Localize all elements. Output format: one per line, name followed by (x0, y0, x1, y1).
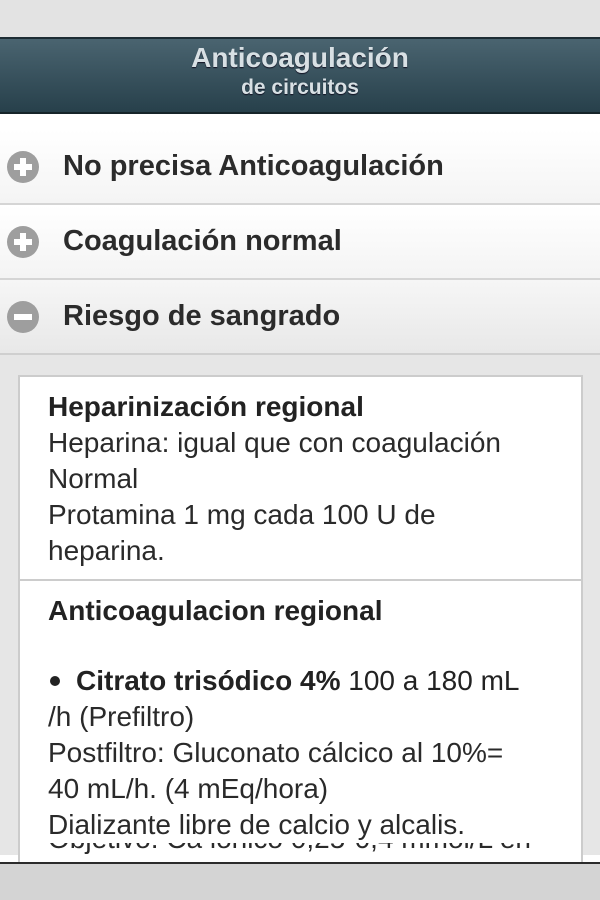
bullet-item: Citrato trisódico 4% 100 a 180 mL (48, 663, 553, 699)
block-line: 40 mL/h. (4 mEq/hora) (48, 773, 329, 804)
plus-icon (7, 150, 39, 183)
page-title: Anticoagulación (191, 42, 409, 73)
bottom-bar (0, 862, 600, 900)
page-header: Anticoagulación de circuitos (0, 37, 600, 114)
block-title: Anticoagulacion regional (48, 595, 383, 626)
section-no-anticoag[interactable]: No precisa Anticoagulación (0, 130, 600, 205)
block-title: Heparinización regional (48, 391, 364, 422)
bullet-icon (50, 675, 60, 686)
page-subtitle: de circuitos (241, 76, 359, 99)
bullet-bold: Citrato trisódico 4% (76, 665, 341, 696)
content-area: No precisa Anticoagulación Coagulación n… (0, 114, 600, 864)
plus-icon (7, 225, 39, 258)
section-label: Coagulación normal (63, 225, 342, 257)
block-line: Heparina: igual que con coagulación (48, 427, 501, 458)
section-bleeding-risk-panel: Heparinización regional Heparina: igual … (0, 355, 600, 864)
block-line: heparina. (48, 535, 165, 566)
block-line: Dializante libre de calcio y alcalis. (48, 809, 466, 840)
minus-icon (7, 300, 39, 333)
section-normal-coag[interactable]: Coagulación normal (0, 205, 600, 280)
block-line: Normal (48, 463, 139, 494)
section-bleeding-risk[interactable]: Riesgo de sangrado (0, 280, 600, 355)
block-line: Protamina 1 mg cada 100 U de (48, 499, 436, 530)
block-line: /h (Prefiltro) (48, 701, 195, 732)
block-line: Postfiltro: Gluconato cálcico al 10%= (48, 737, 504, 768)
section-label: Riesgo de sangrado (63, 300, 341, 332)
block-line-clipped: Objetivo: Ca iónico 0,25-0,4 mmol/L en c… (48, 843, 553, 857)
bullet-text: 100 a 180 mL (340, 665, 520, 696)
regional-anticoag-block: Anticoagulacion regional Citrato trisódi… (18, 581, 583, 864)
regional-heparin-block: Heparinización regional Heparina: igual … (18, 375, 583, 581)
status-bar-area (0, 0, 600, 37)
section-label: No precisa Anticoagulación (63, 150, 444, 182)
